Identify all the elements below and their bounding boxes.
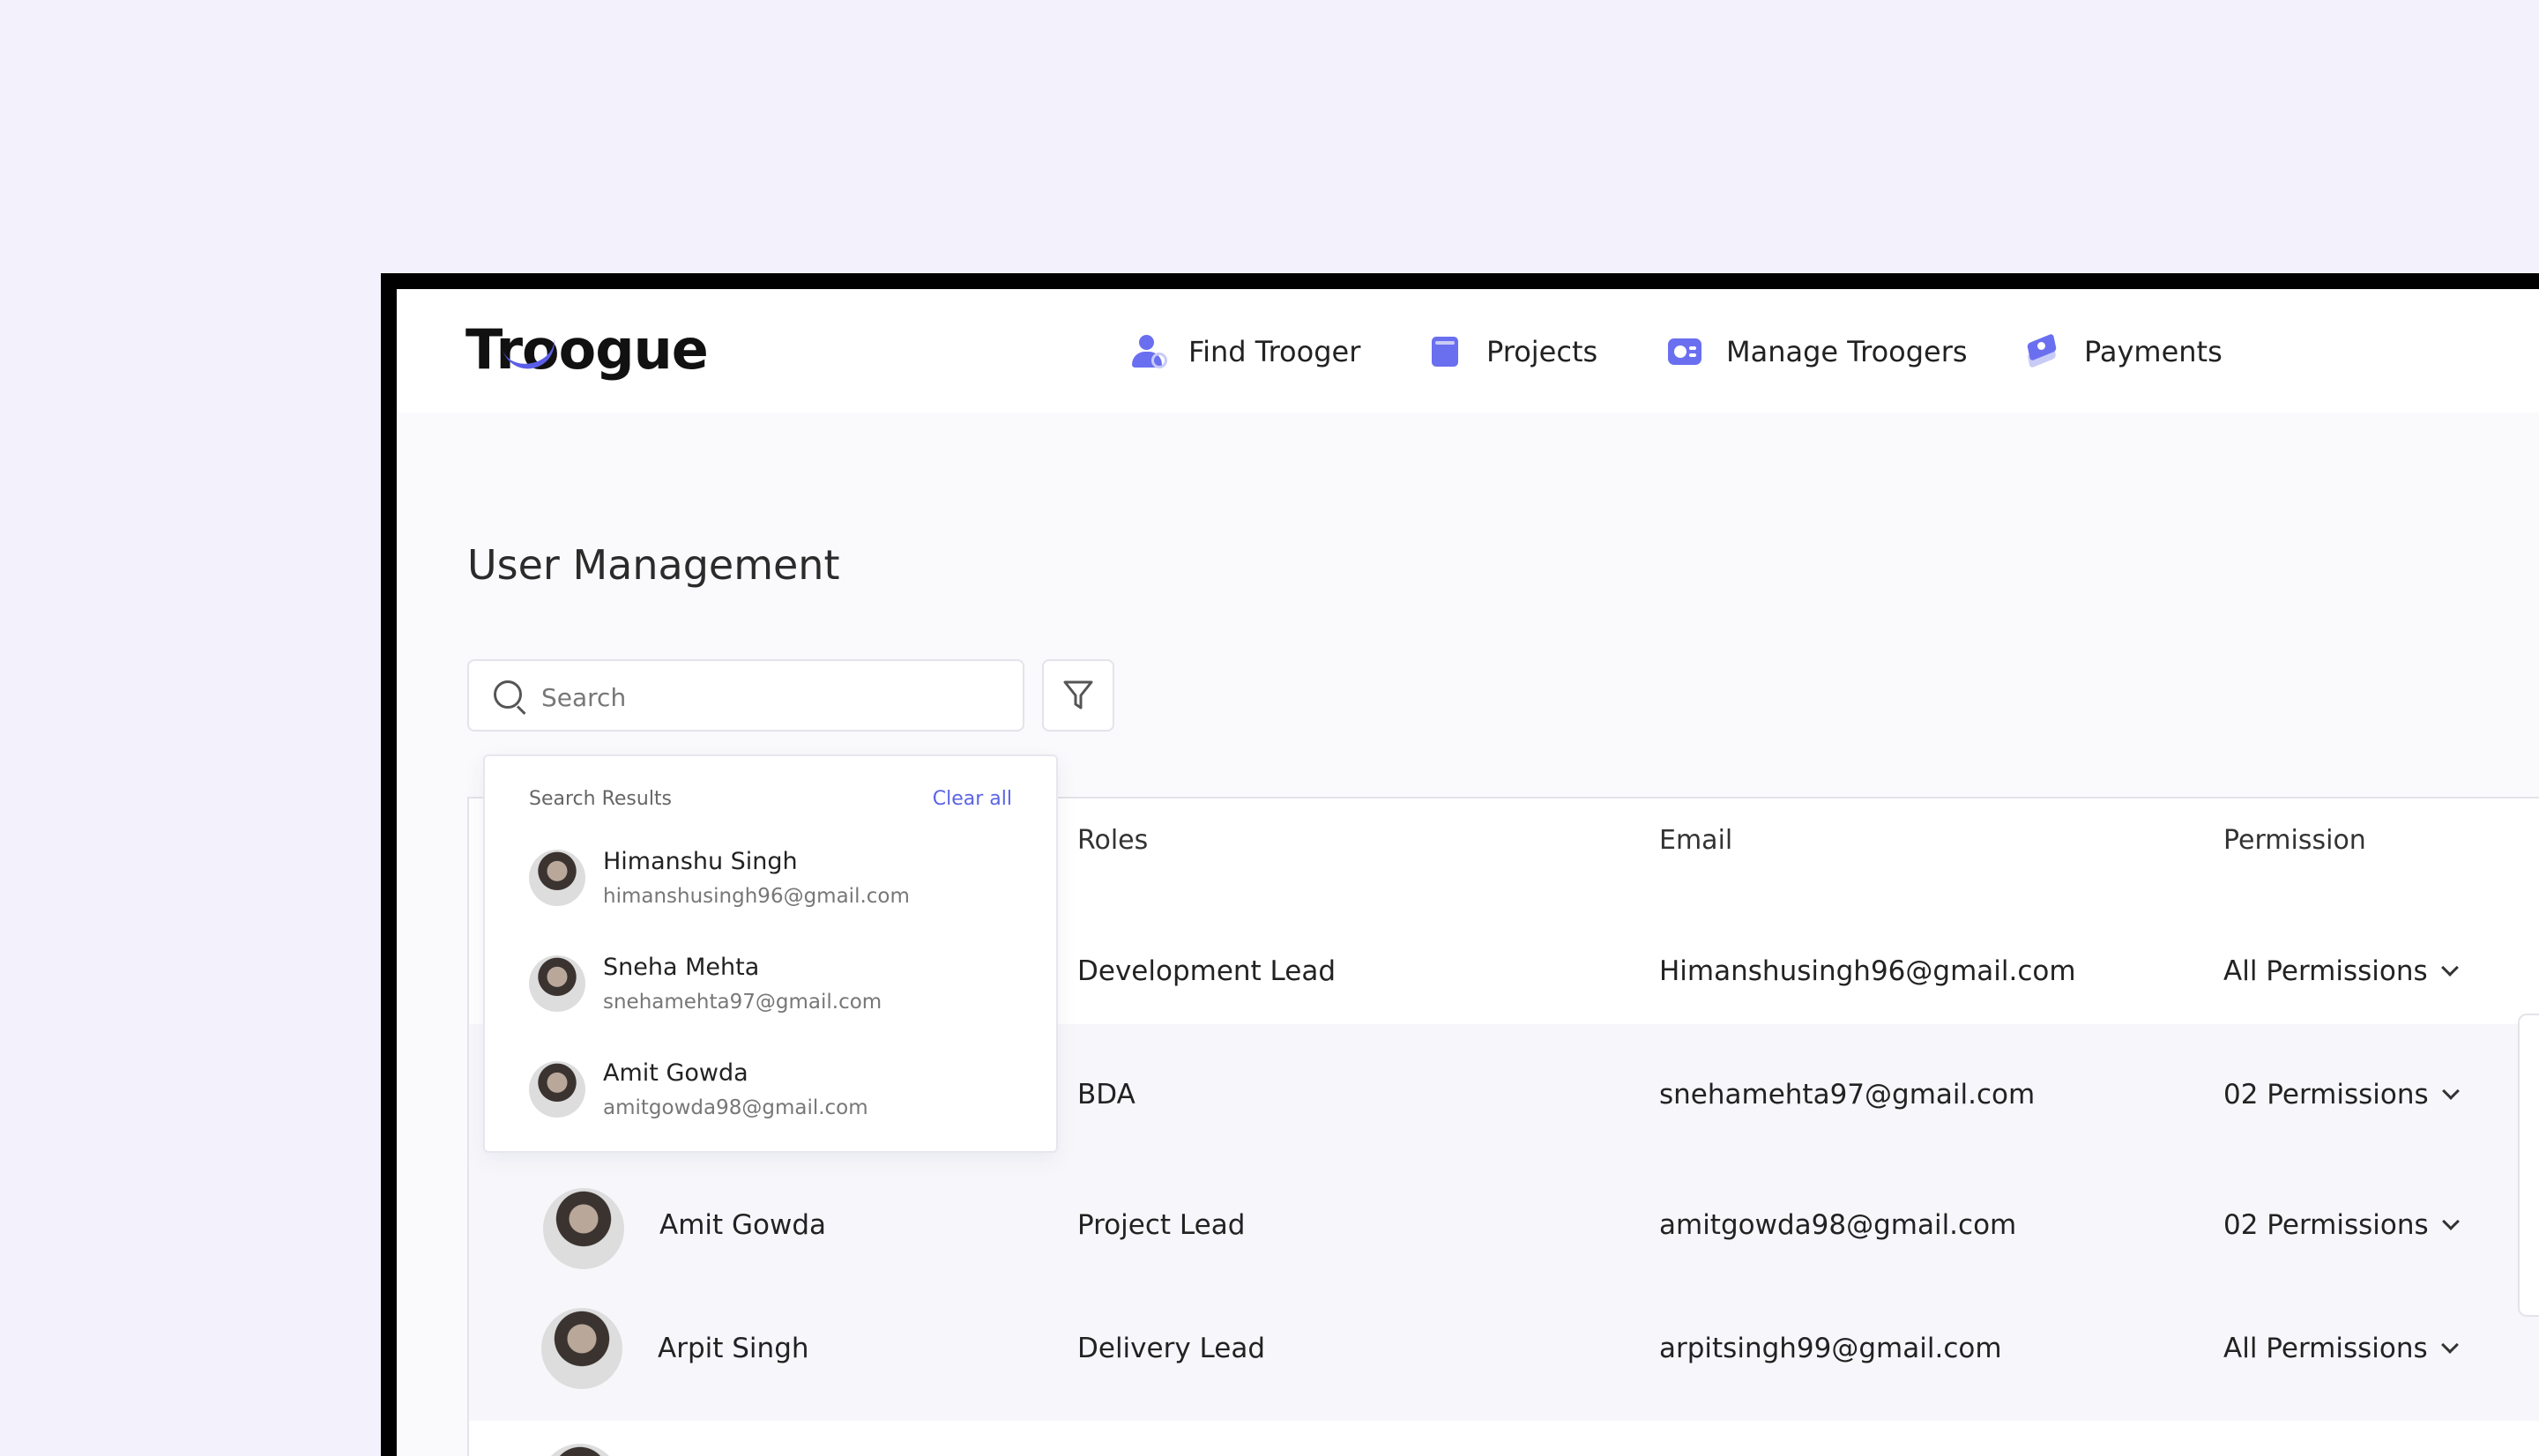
chevron-down-icon xyxy=(2440,1336,2459,1354)
permission-select[interactable]: 02 Permissions xyxy=(2223,1079,2460,1111)
avatar xyxy=(529,1061,585,1118)
name-cell: Amit Gowda xyxy=(659,1209,827,1241)
header-roles: Roles xyxy=(1077,825,1149,856)
clipboard-icon xyxy=(1426,333,1463,370)
role-cell: Development Lead xyxy=(1077,955,1337,987)
top-nav: Troogue Find Trooger Projects Manage Tro… xyxy=(397,289,2539,412)
result-name: Amit Gowda xyxy=(603,1059,748,1087)
email-cell: arpitsingh99@gmail.com xyxy=(1659,1333,2002,1364)
role-cell: BDA xyxy=(1077,1079,1135,1111)
email-cell: Himanshusingh96@gmail.com xyxy=(1659,955,2076,987)
nav-payments[interactable]: Payments xyxy=(2024,330,2223,374)
device-frame: Troogue Find Trooger Projects Manage Tro… xyxy=(381,273,2539,1456)
search-result-item[interactable]: Sneha Mehta snehamehta97@gmail.com xyxy=(529,948,1023,1019)
permission-value: 02 Permissions xyxy=(2223,1079,2429,1111)
user-search-icon xyxy=(1128,333,1167,370)
nav-find-trooger[interactable]: Find Trooger xyxy=(1128,330,1360,374)
header-email: Email xyxy=(1659,825,1733,856)
nav-manage-troogers-label: Manage Troogers xyxy=(1726,335,1968,368)
avatar xyxy=(529,955,585,1012)
permission-value: 02 Permissions xyxy=(2223,1209,2429,1241)
page-title: User Management xyxy=(467,541,840,589)
search-result-item[interactable]: Himanshu Singh himanshusingh96@gmail.com xyxy=(529,843,1023,913)
result-email: himanshusingh96@gmail.com xyxy=(603,885,910,908)
permission-select[interactable]: 02 Permissions xyxy=(2223,1209,2460,1241)
filter-button[interactable] xyxy=(1042,659,1114,732)
search-input[interactable] xyxy=(540,677,1001,717)
result-email: amitgowda98@gmail.com xyxy=(603,1096,868,1119)
result-email: snehamehta97@gmail.com xyxy=(603,991,882,1014)
money-stack-icon xyxy=(2024,333,2061,370)
table-row[interactable]: Amit Gowda Project Lead amitgowda98@gmai… xyxy=(469,1183,2539,1297)
avatar xyxy=(540,1444,621,1456)
chevron-down-icon xyxy=(2441,1082,2460,1100)
table-row[interactable]: Arpit Singh Delivery Lead arpitsingh99@g… xyxy=(469,1297,2539,1421)
chevron-down-icon xyxy=(2440,959,2459,977)
nav-projects-label: Projects xyxy=(1486,335,1598,368)
search-box[interactable] xyxy=(467,659,1024,732)
search-results-heading: Search Results xyxy=(529,788,673,810)
role-cell: Delivery Lead xyxy=(1077,1333,1266,1364)
search-results-dropdown: Search Results Clear all Himanshu Singh … xyxy=(483,754,1058,1153)
nav-projects[interactable]: Projects xyxy=(1426,330,1597,374)
permission-select[interactable]: All Permissions xyxy=(2223,1333,2459,1364)
search-result-item[interactable]: Amit Gowda amitgowda98@gmail.com xyxy=(529,1054,1023,1125)
nav-manage-troogers[interactable]: Manage Troogers xyxy=(1666,330,1968,374)
permission-value: All Permissions xyxy=(2223,955,2428,987)
result-name: Himanshu Singh xyxy=(603,848,798,875)
permission-value: All Permissions xyxy=(2223,1333,2428,1364)
id-card-icon xyxy=(1666,333,1703,370)
avatar xyxy=(543,1188,624,1269)
avatar xyxy=(529,850,585,906)
filter-icon xyxy=(1063,680,1093,709)
nav-payments-label: Payments xyxy=(2084,335,2223,368)
name-cell: Arpit Singh xyxy=(658,1333,809,1364)
clear-all-link[interactable]: Clear all xyxy=(933,788,1012,810)
search-icon xyxy=(494,680,522,709)
header-permission: Permission xyxy=(2223,825,2366,856)
email-cell: snehamehta97@gmail.com xyxy=(1659,1079,2036,1111)
role-cell: Project Lead xyxy=(1077,1209,1246,1241)
result-name: Sneha Mehta xyxy=(603,954,760,981)
chevron-down-icon xyxy=(2441,1213,2460,1230)
email-cell: amitgowda98@gmail.com xyxy=(1659,1209,2017,1241)
avatar xyxy=(541,1308,622,1389)
permission-select[interactable]: All Permissions xyxy=(2223,955,2459,987)
nav-find-trooger-label: Find Trooger xyxy=(1188,335,1361,368)
app-screen: Troogue Find Trooger Projects Manage Tro… xyxy=(397,289,2539,1456)
side-panel-handle[interactable] xyxy=(2518,1014,2539,1317)
